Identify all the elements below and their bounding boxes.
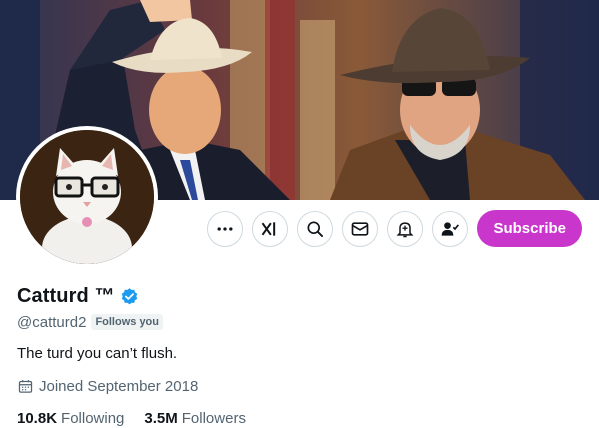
display-name: Catturd ™ [17,284,115,307]
followers-count: 3.5M [144,409,178,427]
name-row: Catturd ™ [17,282,583,310]
handle-row: @catturd2 Follows you [17,312,583,332]
profile-avatar[interactable] [16,126,158,268]
more-icon [217,226,233,231]
search-button[interactable] [297,210,334,247]
profile-info: Catturd ™ @catturd2 Follows you The turd… [17,282,583,428]
more-button[interactable] [207,210,244,247]
grok-button[interactable] [252,210,289,247]
joined-text: Joined September 2018 [39,377,199,395]
search-icon [307,221,324,237]
following-count: 10.8K [17,409,58,427]
following-icon [442,221,460,236]
verified-badge-icon[interactable] [120,287,139,306]
avatar-image [20,130,154,264]
joined-date: Joined September 2018 [17,376,583,396]
user-handle: @catturd2 [17,313,87,331]
following-button[interactable] [432,210,469,247]
follow-stats: 10.8K Following 3.5M Followers [17,408,583,428]
notifications-button[interactable] [387,210,424,247]
following-label: Following [61,409,125,427]
notifications-icon [396,221,414,237]
message-button[interactable] [342,210,379,247]
follows-you-badge: Follows you [91,314,163,330]
following-link[interactable]: 10.8K Following [17,410,124,427]
calendar-icon [18,379,33,393]
grok-icon [262,221,276,236]
subscribe-button[interactable]: Subscribe [477,210,582,247]
followers-label: Followers [181,409,246,427]
profile-actions: Subscribe [207,210,582,247]
followers-link[interactable]: 3.5M Followers [144,410,246,427]
profile-bio: The turd you can’t flush. [17,345,178,362]
message-icon [352,221,369,236]
